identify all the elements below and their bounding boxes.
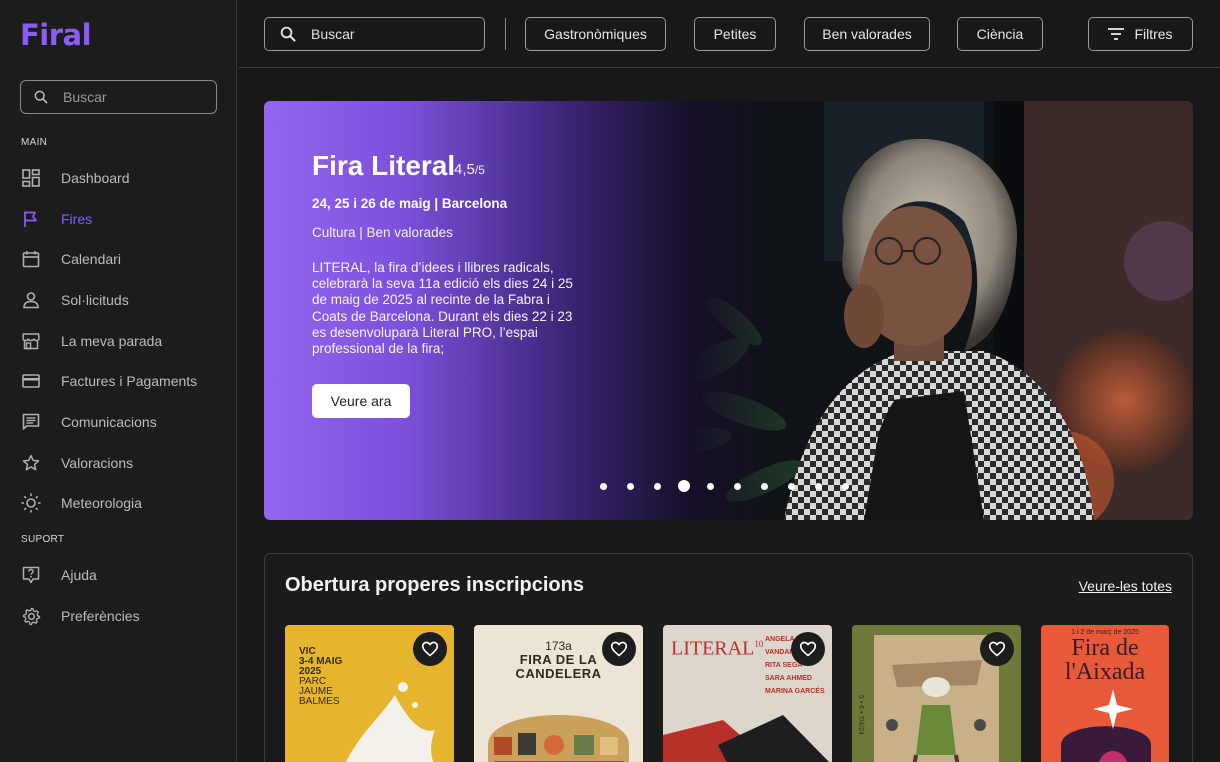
sidebar-item-la-meva-parada[interactable]: La meva parada	[20, 327, 162, 355]
sidebar-item-sollicituds[interactable]: Sol·licituds	[20, 286, 129, 314]
sidebar-item-meteorologia[interactable]: Meteorologia	[20, 489, 142, 517]
poster-line: MARINA GARCÉS	[765, 688, 825, 695]
heart-icon	[421, 641, 439, 657]
carousel-dot-active[interactable]	[678, 480, 690, 492]
top-bar: Buscar Gastronòmiques Petites Ben valora…	[238, 0, 1220, 68]
sidebar-item-label: Calendari	[61, 251, 121, 267]
carousel-dots	[600, 479, 869, 493]
poster-line: BALMES	[299, 696, 340, 707]
sidebar-item-fires[interactable]: Fires	[20, 205, 92, 233]
carousel-dot[interactable]	[734, 482, 741, 490]
hero-description: LITERAL, la fira d’idees i llibres radic…	[312, 260, 573, 357]
fair-card[interactable]: 1 i 2 de març de 2025 Fira de l'Aixada	[1041, 625, 1169, 762]
section-label-support: SUPORT	[21, 534, 65, 545]
filter-icon	[1108, 28, 1125, 40]
chip-ciencia[interactable]: Ciència	[957, 17, 1043, 51]
sidebar-item-ajuda[interactable]: Ajuda	[20, 561, 97, 589]
sidebar-item-factures[interactable]: Factures i Pagaments	[20, 367, 197, 395]
fair-card[interactable]: LITERAL10 ANGELA D VANDAN RITA SEGA SARA…	[663, 625, 832, 762]
carousel-dot[interactable]	[842, 482, 849, 490]
sidebar-item-valoracions[interactable]: Valoracions	[20, 449, 133, 477]
store-icon	[20, 330, 42, 352]
poster-line: CANDELERA	[515, 666, 602, 681]
hero-tags: Cultura | Ben valorades	[312, 225, 453, 240]
flag-icon	[20, 208, 42, 230]
section-label-main: MAIN	[21, 137, 48, 148]
calendar-icon	[20, 248, 42, 270]
fair-card[interactable]: 173a FIRA DE LA CANDELERA	[474, 625, 643, 762]
person-icon	[20, 289, 42, 311]
message-icon	[20, 411, 42, 433]
section-title: Obertura properes inscripcions	[285, 574, 584, 596]
chip-petites[interactable]: Petites	[694, 17, 776, 51]
sidebar-item-calendari[interactable]: Calendari	[20, 245, 121, 273]
upcoming-registrations: Obertura properes inscripcions Veure-les…	[264, 553, 1193, 762]
poster-line: 5 • 6 • 7/4/24	[857, 695, 864, 735]
search-icon	[280, 26, 296, 42]
hero-rating: 4,5/5	[454, 161, 485, 178]
sidebar-item-label: Comunicacions	[61, 414, 157, 430]
sidebar-item-label: Preferències	[61, 608, 140, 624]
top-search-input[interactable]: Buscar	[264, 17, 485, 51]
carousel-dot[interactable]	[707, 482, 714, 490]
fair-card[interactable]: VIC 3-4 MAIG 2025 PARC JAUME BALMES	[285, 625, 454, 762]
sidebar-item-label: Factures i Pagaments	[61, 373, 198, 389]
sidebar-item-label: Fires	[61, 211, 93, 227]
sidebar-item-label: Ajuda	[61, 567, 97, 583]
credit-card-icon	[20, 370, 42, 392]
filters-label: Filtres	[1134, 26, 1173, 42]
top-search-placeholder: Buscar	[311, 26, 355, 42]
app-logo[interactable]: Firal	[20, 18, 92, 52]
hero-title: Fira Literal	[312, 150, 456, 181]
carousel-dot[interactable]	[761, 482, 768, 490]
fair-card[interactable]: 5 • 6 • 7/4/24	[852, 625, 1021, 762]
chip-ben-valorades[interactable]: Ben valorades	[804, 17, 930, 51]
sun-icon	[20, 492, 42, 514]
sidebar-item-dashboard[interactable]: Dashboard	[20, 164, 130, 192]
carousel-dot[interactable]	[627, 482, 634, 490]
heart-icon	[799, 641, 817, 657]
sidebar-item-preferencies[interactable]: Preferències	[20, 602, 140, 630]
search-icon	[34, 90, 48, 104]
hero-date-location: 24, 25 i 26 de maig | Barcelona	[312, 196, 508, 211]
favorite-button[interactable]	[413, 632, 447, 666]
favorite-button[interactable]	[791, 632, 825, 666]
carousel-dot[interactable]	[815, 482, 822, 490]
poster-line: LITERAL	[671, 637, 755, 660]
carousel-dot[interactable]	[654, 482, 661, 490]
sidebar-item-comunicacions[interactable]: Comunicacions	[20, 408, 157, 436]
favorite-button[interactable]	[980, 632, 1014, 666]
sidebar: Firal Buscar MAIN Dashboard Fires Calend…	[0, 0, 237, 762]
sidebar-item-label: Dashboard	[61, 170, 130, 186]
dashboard-icon	[20, 167, 42, 189]
hero-cta-button[interactable]: Veure ara	[312, 384, 410, 418]
sidebar-item-label: Valoracions	[61, 455, 134, 471]
star-icon	[20, 452, 42, 474]
poster-line: 10	[754, 639, 764, 649]
heart-icon	[988, 641, 1006, 657]
hero-banner: Fira Literal 4,5/5 24, 25 i 26 de maig |…	[264, 101, 1193, 520]
carousel-dot[interactable]	[600, 482, 607, 490]
poster-line: l'Aixada	[1064, 659, 1146, 685]
carousel-dot[interactable]	[788, 482, 795, 490]
divider	[505, 18, 506, 50]
see-all-link[interactable]: Veure-les totes	[1079, 578, 1172, 594]
settings-icon	[20, 605, 42, 627]
sidebar-item-label: Sol·licituds	[61, 292, 129, 308]
heart-icon	[610, 641, 628, 657]
sidebar-search-input[interactable]: Buscar	[20, 80, 217, 114]
poster-line: SARA AHMED	[765, 675, 812, 682]
sidebar-search-placeholder: Buscar	[63, 89, 107, 105]
sidebar-item-label: Meteorologia	[61, 495, 142, 511]
filters-button[interactable]: Filtres	[1088, 17, 1193, 51]
help-icon	[20, 564, 42, 586]
poster-line: Fira de	[1071, 635, 1139, 661]
sidebar-item-label: La meva parada	[61, 333, 163, 349]
favorite-button[interactable]	[602, 632, 636, 666]
rating-max: /5	[474, 163, 485, 177]
rating-value: 4,5	[454, 161, 475, 178]
chip-gastronomiques[interactable]: Gastronòmiques	[525, 17, 666, 51]
